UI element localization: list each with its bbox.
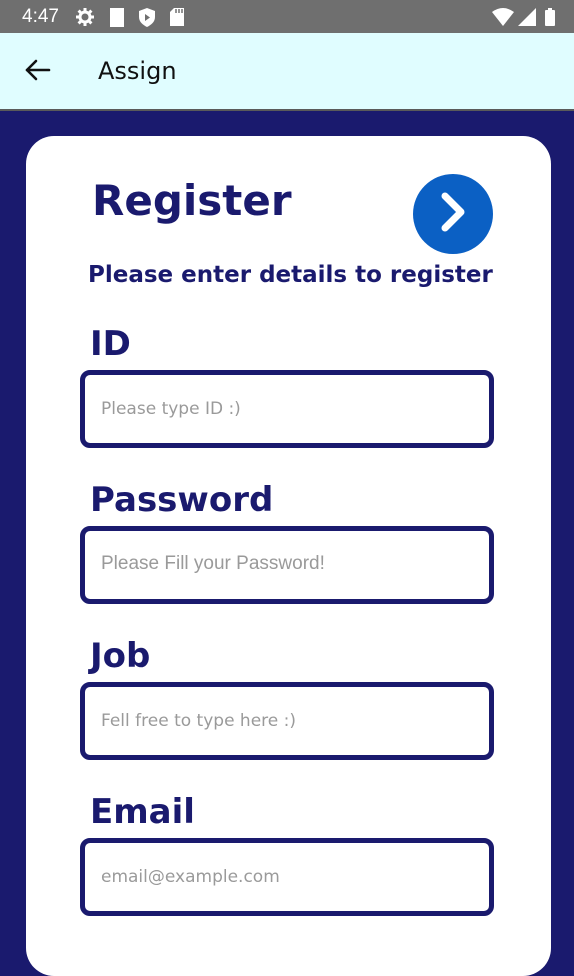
email-field[interactable]: email@example.com [80,838,494,916]
sd-card-icon [170,8,184,30]
job-label: Job [90,636,151,676]
password-label: Password [90,480,274,520]
id-placeholder: Please type ID :) [101,399,241,419]
next-button[interactable] [413,174,493,254]
register-card: Register Please enter details to registe… [26,136,551,976]
gear-icon [76,8,94,30]
id-field[interactable]: Please type ID :) [80,370,494,448]
email-placeholder: email@example.com [101,867,280,887]
status-bar: 4:47 [0,0,574,33]
page-subtitle: Please enter details to register [88,262,493,288]
status-time: 4:47 [22,6,59,27]
job-placeholder: Fell free to type here :) [101,711,297,731]
password-placeholder: Please Fill your Password! [101,553,325,574]
battery-icon [545,8,555,30]
job-field[interactable]: Fell free to type here :) [80,682,494,760]
back-button[interactable] [16,53,60,91]
app-bar: Assign [0,33,574,111]
wifi-icon [492,8,514,30]
page-title: Register [92,176,292,225]
email-label: Email [90,792,195,832]
arrow-left-icon [25,59,51,85]
app-bar-title: Assign [98,57,177,85]
sim-icon [110,8,124,31]
chevron-right-icon [436,192,470,236]
shield-icon [138,8,156,31]
password-field[interactable]: Please Fill your Password! [80,526,494,604]
id-label: ID [90,324,131,364]
signal-icon [518,8,536,30]
